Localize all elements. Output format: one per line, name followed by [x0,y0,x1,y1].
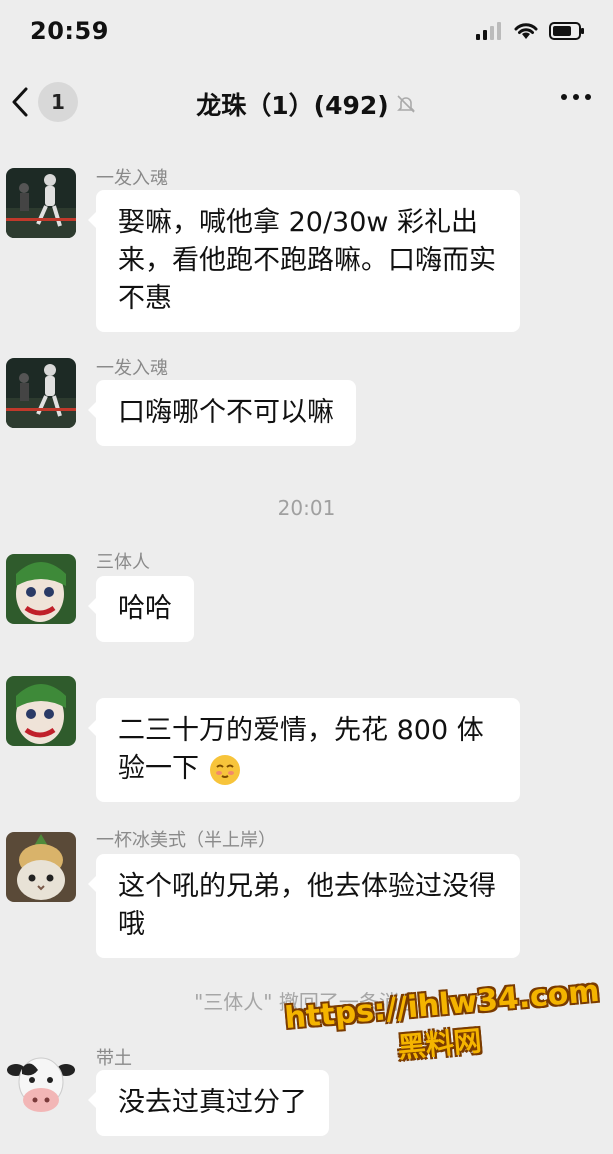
message-text: 这个吼的兄弟，他去体验过没得哦 [118,871,496,940]
avatar[interactable] [6,1048,76,1118]
back-button[interactable]: 1 [10,82,78,122]
more-dots-icon[interactable] [561,94,591,100]
chat-title-text: 龙珠（1）(492) [196,91,389,120]
avatar-cow-image [6,1048,76,1118]
wifi-icon [514,23,538,39]
sender-name: 一发入魂 [96,168,168,189]
sender-name: 一杯冰美式（半上岸） [96,830,276,851]
avatar[interactable] [6,168,76,238]
status-bar: 20:59 [0,0,613,62]
message-text: 口嗨哪个不可以嘛 [118,397,334,428]
message-item: 一发入魂 口嗨哪个不可以嘛 [0,354,613,454]
message-item: 二三十万的爱情，先花 800 体验一下 [0,672,613,802]
back-chevron-icon [12,87,28,117]
message-item: 一杯冰美式（半上岸） 这个吼的兄弟，他去体验过没得哦 [0,826,613,958]
avatar-runner-image [6,358,76,428]
mute-bell-icon [396,95,415,113]
cellular-signal-icon [476,22,501,40]
message-bubble[interactable]: 这个吼的兄弟，他去体验过没得哦 [88,854,520,958]
avatar-joker-image [6,554,76,624]
message-text: 没去过真过分了 [118,1087,307,1118]
battery-icon [549,22,584,40]
blush-emoji-icon [209,754,240,785]
avatar[interactable] [6,676,76,746]
message-bubble[interactable]: 二三十万的爱情，先花 800 体验一下 [88,698,520,802]
message-bubble[interactable]: 口嗨哪个不可以嘛 [88,380,356,446]
avatar[interactable] [6,832,76,902]
avatar-cat-image [6,832,76,902]
avatar[interactable] [6,358,76,428]
message-item: 一发入魂 娶嘛，喊他拿 20/30w 彩礼出来，看他跑不跑路嘛。口嗨而实不惠 [0,164,613,334]
message-text: 二三十万的爱情，先花 800 体验一下 [118,715,484,784]
unread-count-badge: 1 [38,82,78,122]
message-text: 哈哈 [118,593,172,624]
avatar-runner-image [6,168,76,238]
message-bubble[interactable]: 娶嘛，喊他拿 20/30w 彩礼出来，看他跑不跑路嘛。口嗨而实不惠 [88,190,520,332]
status-icons [475,21,585,41]
sender-name: 三体人 [96,552,150,573]
avatar-joker-image [6,676,76,746]
sender-name: 带土 [96,1048,132,1069]
message-text: 娶嘛，喊他拿 20/30w 彩礼出来，看他跑不跑路嘛。口嗨而实不惠 [118,207,496,314]
message-item: 三体人 哈哈 [0,548,613,648]
status-time: 20:59 [30,17,109,45]
chat-title: 龙珠（1）(492) [196,86,416,122]
time-separator: 20:01 [277,496,336,520]
avatar[interactable] [6,554,76,624]
message-bubble[interactable]: 哈哈 [88,576,194,642]
message-bubble[interactable]: 没去过真过分了 [88,1070,329,1136]
sender-name: 一发入魂 [96,358,168,379]
nav-bar: 1 龙珠（1）(492) [0,62,613,146]
